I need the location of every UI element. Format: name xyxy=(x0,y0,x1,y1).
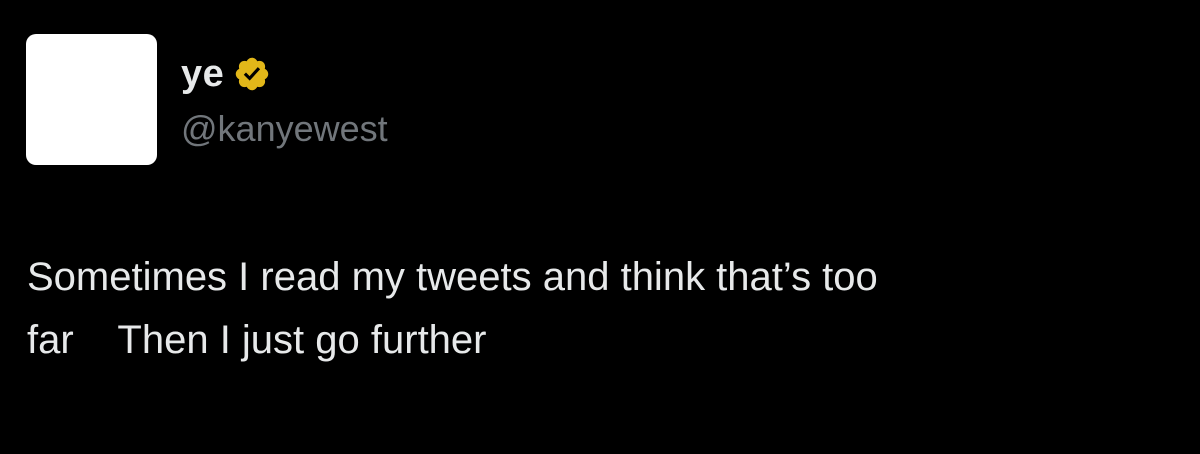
tweet-text: Sometimes I read my tweets and think tha… xyxy=(27,246,1167,372)
author-name-row: ye xyxy=(181,50,271,98)
verified-badge-icon xyxy=(236,57,269,91)
tweet-card: ye @kanyewest Sometimes I read my tweets… xyxy=(0,0,1200,454)
user-handle[interactable]: @kanyewest xyxy=(181,107,388,151)
avatar[interactable] xyxy=(26,34,157,165)
display-name[interactable]: ye xyxy=(181,50,224,98)
tweet-text-line-1: Sometimes I read my tweets and think tha… xyxy=(27,255,878,299)
tweet-text-line-2: far Then I just go further xyxy=(27,318,487,362)
